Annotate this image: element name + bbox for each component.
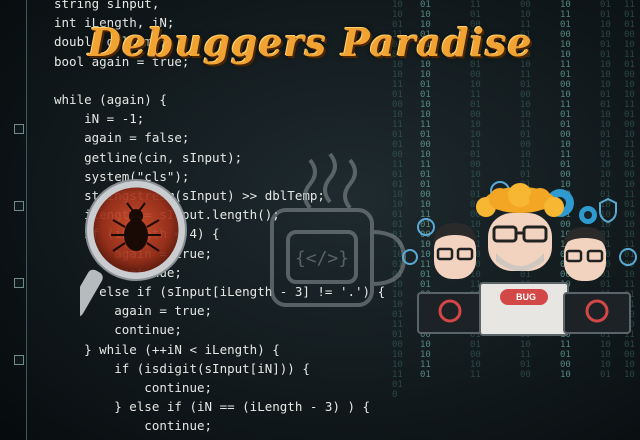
code-line: } while (++iN < iLength) { [54,341,280,357]
developer-team-illustration [402,181,637,336]
developer-left [434,223,476,279]
code-line: if (isdigit(sInput[iN])) { [54,360,310,376]
banner-canvas: 1010011101001010110100101101010011010110… [0,0,640,440]
code-line: again = false; [54,130,190,146]
svg-text:{</>}: {</>} [295,248,349,269]
fold-marker [14,355,24,365]
code-line: iN = -1; [54,111,145,127]
code-line: while (again) { [54,92,167,107]
banner-title: Debuggers Paradise [88,20,533,65]
editor-gutter [0,0,27,440]
fold-marker [14,201,24,211]
developer-right [564,227,606,281]
magnifier-bug-icon [80,179,187,317]
code-line: string sInput, [54,0,160,11]
code-line: } else if (iN == (iLength - 3) ) { [54,399,371,415]
fold-marker [14,124,24,134]
developer-center [476,183,564,271]
code-line: getline(cin, sInput); [54,149,243,165]
code-line: continue; [54,418,213,434]
laptop-icon [417,282,631,336]
coffee-mug-icon: {</>} [270,152,407,307]
bug-badge: BUG [516,292,536,302]
code-line: continue; [54,380,213,395]
fold-marker [14,278,24,288]
